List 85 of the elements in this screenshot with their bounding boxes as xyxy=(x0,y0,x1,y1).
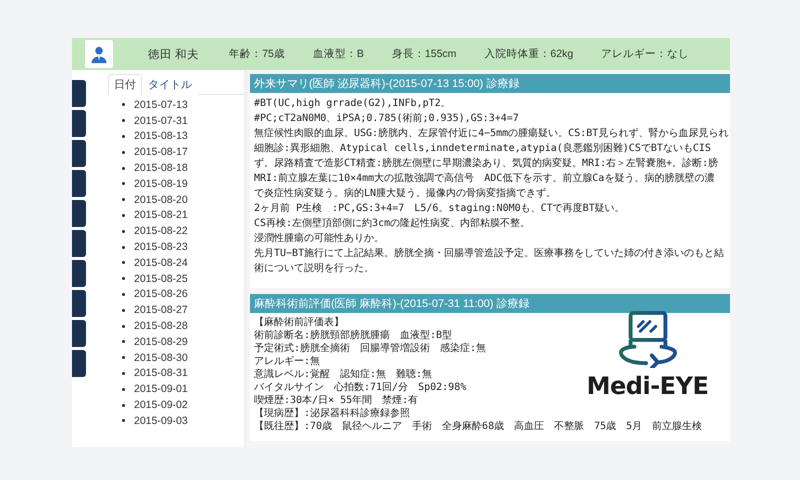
date-link[interactable]: 2015-08-19 xyxy=(134,178,188,190)
bullet-icon xyxy=(122,182,125,186)
date-link[interactable]: 2015-07-13 xyxy=(134,98,188,111)
sidebar-tab[interactable] xyxy=(72,110,86,137)
bullet-icon xyxy=(122,261,125,264)
bullet-icon xyxy=(122,103,125,106)
sidebar-tab[interactable] xyxy=(72,80,86,107)
date-link[interactable]: 2015-08-22 xyxy=(134,225,188,238)
date-link[interactable]: 2015-08-29 xyxy=(134,336,188,348)
date-link[interactable]: 2015-08-31 xyxy=(134,367,188,380)
date-link[interactable]: 2015-08-27 xyxy=(134,304,188,316)
brand-logo: Medi-EYE xyxy=(586,372,708,400)
bullet-icon xyxy=(122,246,125,249)
patient-info: 入院時体重：62kg xyxy=(484,47,574,61)
date-link[interactable]: 2015-08-28 xyxy=(134,320,188,332)
bullet-icon xyxy=(122,277,125,280)
date-link[interactable]: 2015-08-25 xyxy=(134,272,188,285)
date-link[interactable]: 2015-08-20 xyxy=(134,194,188,206)
bullet-icon xyxy=(122,134,125,138)
bullet-icon xyxy=(122,388,125,391)
record-title: 外来サマリ(医師 泌尿器科)-(2015-07-13 15:00) 診療録 xyxy=(250,74,730,93)
bullet-icon xyxy=(122,356,125,360)
record-text: #PC;cT2aN0M0、iPSA;0.785(術前;0.935),GS:3+4=7 xyxy=(254,112,519,126)
sidebar-tab[interactable] xyxy=(72,170,86,197)
bullet-icon xyxy=(122,372,125,375)
patient-info: 身長：155cm xyxy=(392,47,456,61)
sidebar-tab[interactable] xyxy=(72,290,86,317)
date-link[interactable]: 2015-08-30 xyxy=(134,352,188,364)
patient-name: 徳田 和夫 xyxy=(148,48,200,62)
bullet-icon xyxy=(122,150,125,154)
patient-info: 血液型：B xyxy=(312,47,364,61)
bullet-icon xyxy=(122,198,125,202)
bullet-icon xyxy=(122,214,125,217)
date-link[interactable]: 2015-08-17 xyxy=(134,146,188,158)
sidebar-tab[interactable] xyxy=(72,260,86,287)
record-text: 2ヶ月前 P生検 :PC,GS:3+4=7 L5/6。staging:N0M0も、CTで再度BT疑い。 xyxy=(254,202,625,216)
list-tab[interactable]: 日付 xyxy=(108,74,142,95)
patient-info: 年齢：75歳 xyxy=(229,47,285,61)
patient-info: アレルギー：なし xyxy=(601,47,690,61)
sidebar-tab[interactable] xyxy=(72,320,86,347)
date-link[interactable]: 2015-07-31 xyxy=(134,114,188,127)
date-link[interactable]: 2015-08-26 xyxy=(134,288,188,300)
record-text: アレルギー:無 xyxy=(254,355,320,368)
sidebar-tab[interactable] xyxy=(72,350,86,377)
laptop-arrow-icon xyxy=(616,310,678,368)
date-link[interactable]: 2015-09-02 xyxy=(134,399,188,412)
record-text: CS再検:左側壁頂部側に約3cmの隆起性病変、内部粘膜不整。 xyxy=(254,216,530,231)
record-text: 術について説明を行った。 xyxy=(254,262,374,276)
bullet-icon xyxy=(122,324,125,328)
record-text: バイタルサイン 心拍数:71回/分 Sp02:98% xyxy=(254,381,466,394)
date-link[interactable]: 2015-08-23 xyxy=(134,241,188,254)
date-link[interactable]: 2015-09-03 xyxy=(134,414,188,427)
record-text: #BT(UC,high grrade(G2),INFb,pT2。 xyxy=(254,97,451,111)
record-text: 予定術式:膀胱全摘術 回腸導管増設術 感染症:無 xyxy=(254,342,486,355)
record-text: 先月TU−BT施行にて上記結果。膀胱全摘・回腸導管造設予定。医療事務をしていた姉の付き添いのもと結 xyxy=(254,246,724,261)
bullet-icon xyxy=(122,230,125,233)
bullet-icon xyxy=(122,404,125,407)
bullet-icon xyxy=(122,119,125,122)
date-link[interactable]: 2015-08-24 xyxy=(134,256,188,269)
date-link[interactable]: 2015-09-01 xyxy=(134,383,188,396)
date-link[interactable]: 2015-08-18 xyxy=(134,162,188,174)
bullet-icon xyxy=(122,419,125,422)
sidebar-tab[interactable] xyxy=(72,200,86,227)
record-text: 喫煙歴:30本/日× 55年間 禁煙:有 xyxy=(254,394,418,407)
sidebar-tab[interactable] xyxy=(72,140,86,167)
record-text: 無症候性肉眼的血尿。USG:膀胱内、左尿管付近に4−5mmの腫瘍疑い。CS:BT見られず、腎から血尿見られ xyxy=(254,126,728,141)
record-text: 術前診断名:膀胱頸部膀胱腫瘍 血液型:B型 xyxy=(254,329,452,342)
bullet-icon xyxy=(122,340,125,344)
record-text: 細胞診:異形細胞、Atypical cells,inndeterminate,atypia(良悪鑑別困難)CSでBTないもCIS xyxy=(254,142,711,156)
record-text: MRI:前立腺左葉に10×4mm大の拡散強調で高信号 ADC低下を示す。前立腺Caを疑う。病的膀胱壁の濃 xyxy=(254,172,714,186)
bullet-icon xyxy=(122,292,125,296)
date-link[interactable]: 2015-08-21 xyxy=(134,209,188,222)
record-text: 【既往歴】:70歳 鼠径ヘルニア 手術 全身麻酔68歳 高血圧 不整脈 75歳 5月 前立腺生検 xyxy=(254,420,702,433)
record-text: ず。尿路精査で造影CT精査:膀胱左側壁に早期濃染あり、気質的病変疑。MRI:右＞左腎嚢胞+。診断:膀 xyxy=(254,156,718,171)
record-text: 浸潤性腫瘍の可能性ありか。 xyxy=(254,232,384,246)
record-text: 意識レベル:覚醒 認知症:無 難聴:無 xyxy=(254,368,432,381)
record-text: 【現病歴】:泌尿器科科診療録参照 xyxy=(254,407,410,420)
record-title: 麻酔科術前評価(医師 麻酔科)-(2015-07-31 11:00) 診療録 xyxy=(250,294,730,313)
sidebar-tab[interactable] xyxy=(72,230,86,257)
date-link[interactable]: 2015-08-13 xyxy=(134,130,188,142)
record-text: 【麻酔術前評価表】 xyxy=(254,316,344,329)
bullet-icon xyxy=(122,166,125,170)
record-text: で炎症性病変疑う。病的LN腫大疑う。撮像内の骨病変指摘できず。 xyxy=(254,186,556,201)
avatar-icon xyxy=(85,40,113,68)
bullet-icon xyxy=(122,308,125,312)
